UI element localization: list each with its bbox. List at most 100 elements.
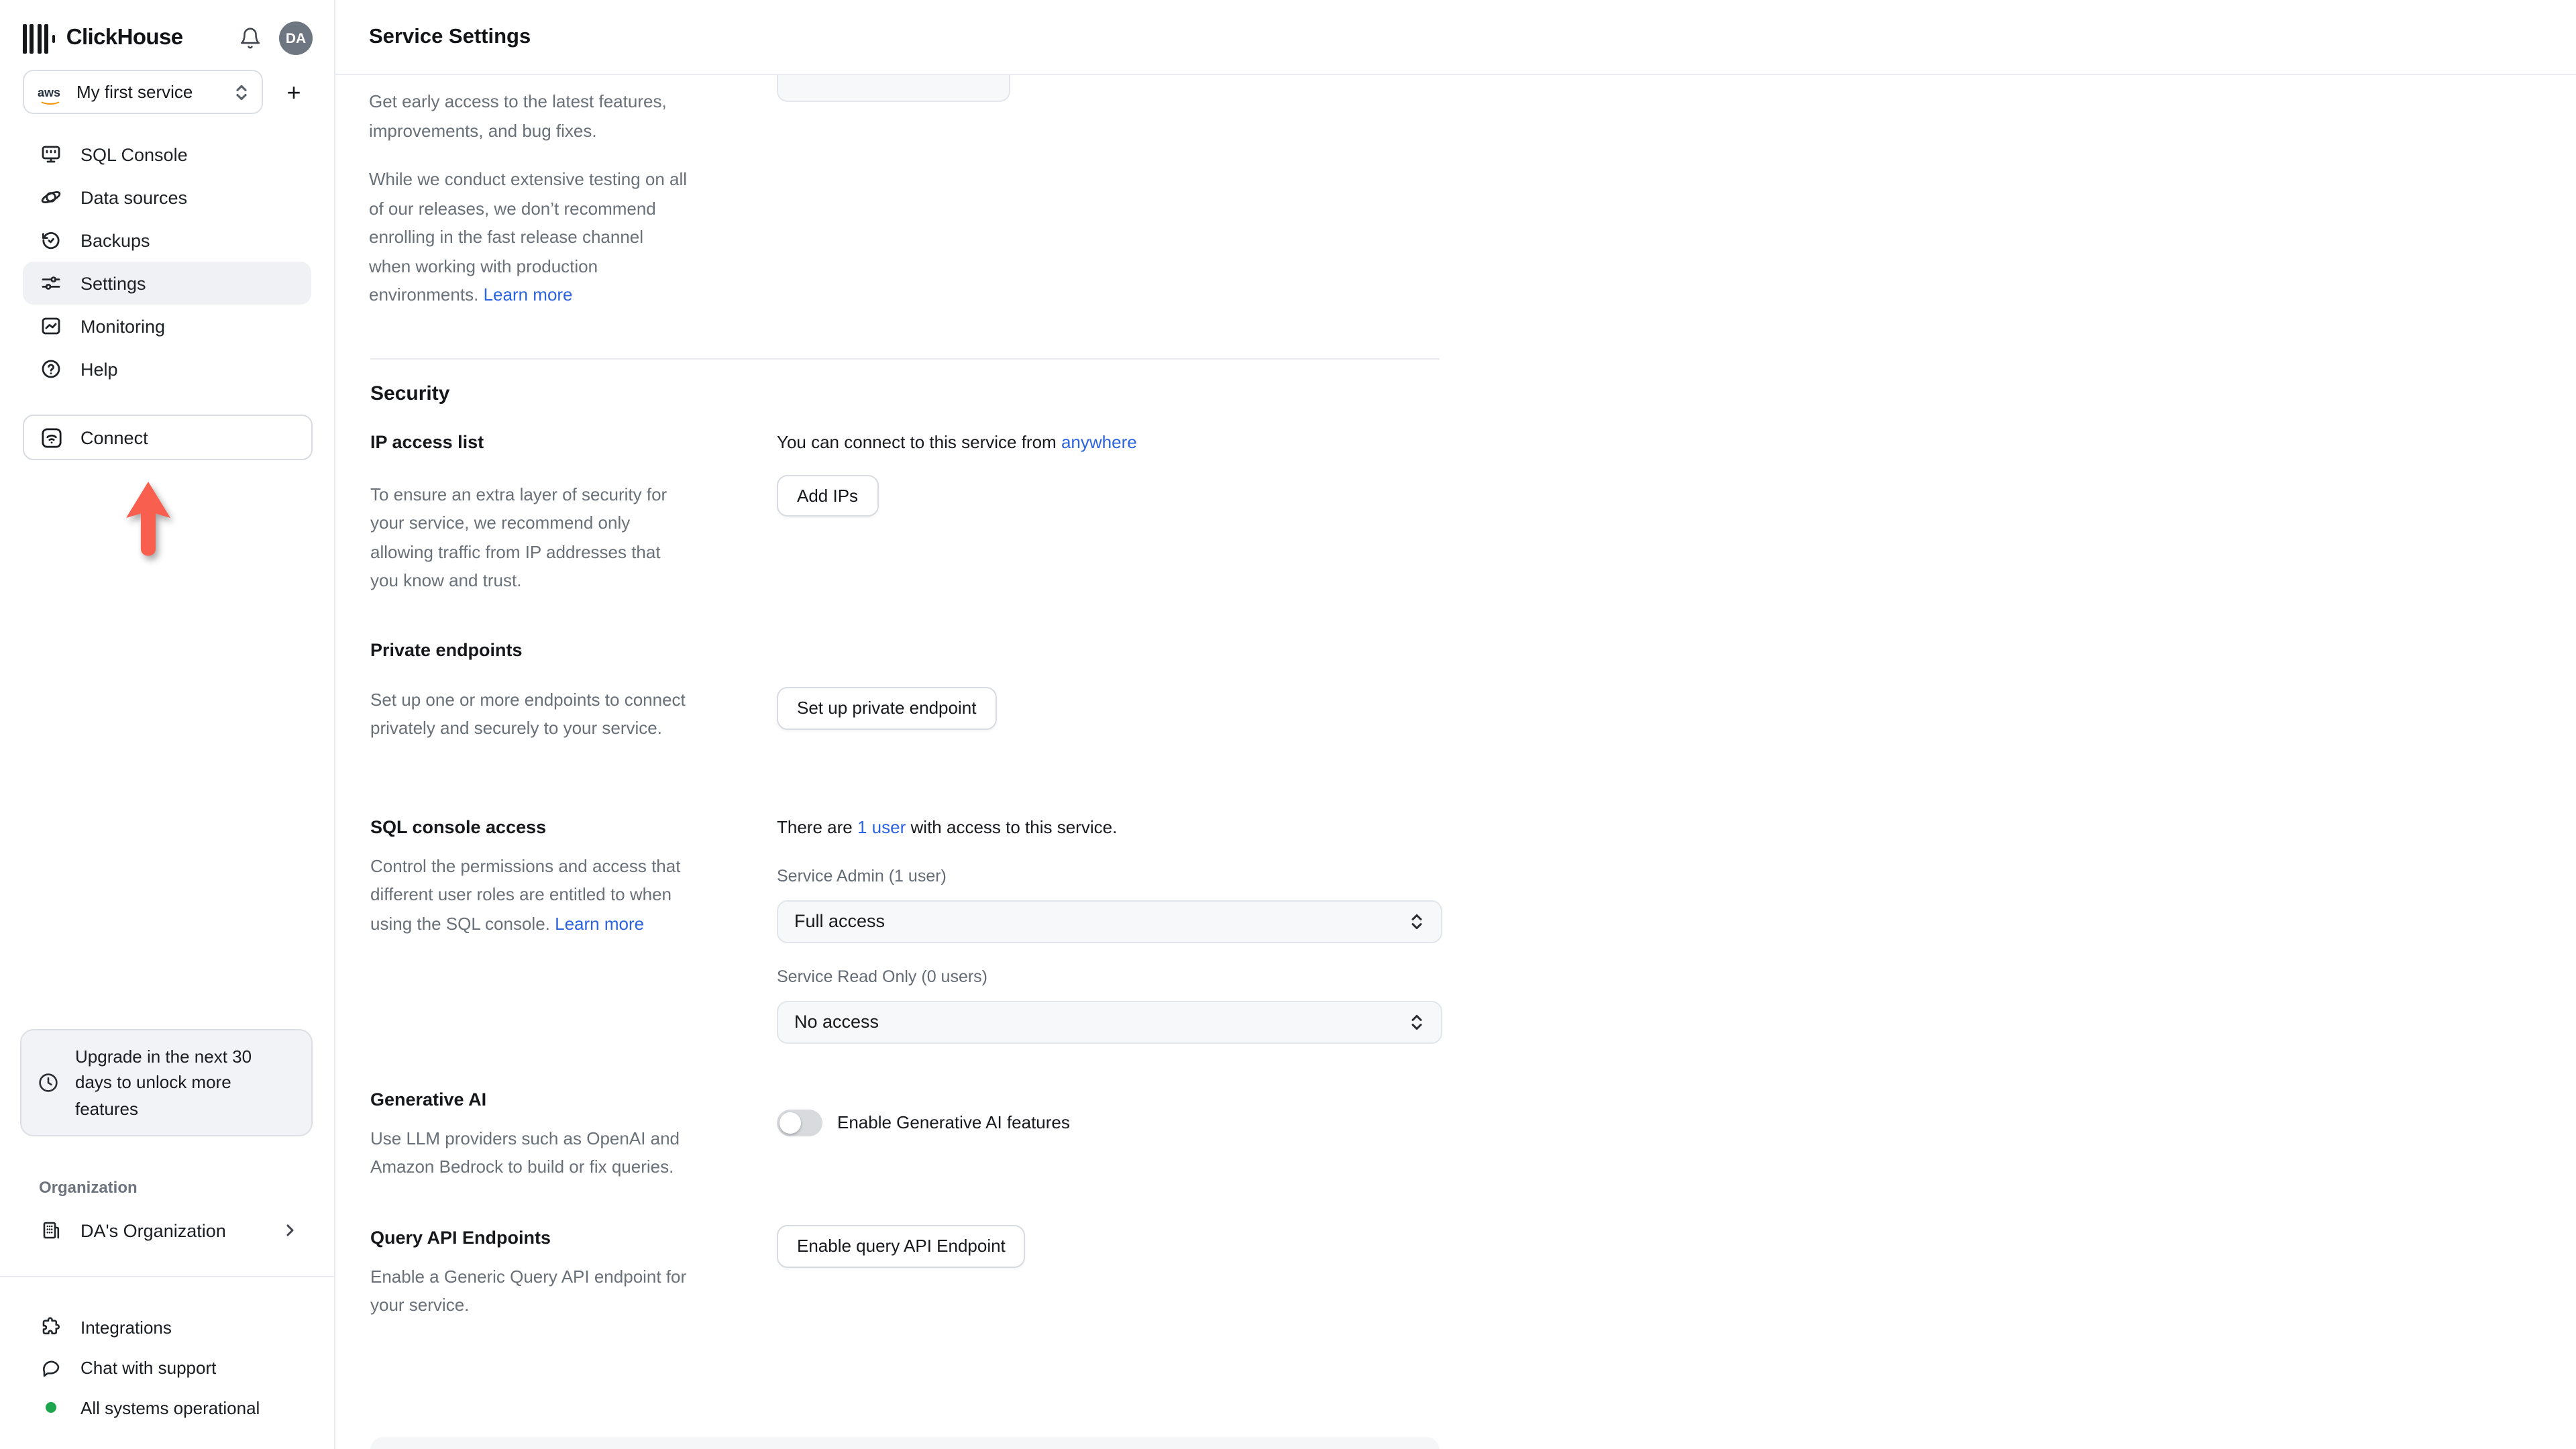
service-readonly-select[interactable]: No access bbox=[777, 1000, 1442, 1043]
service-readonly-label: Service Read Only (0 users) bbox=[777, 967, 988, 985]
sidebar-bottom: Upgrade in the next 30 days to unlock mo… bbox=[0, 1028, 334, 1449]
sidebar-item-label: SQL Console bbox=[80, 144, 188, 164]
sql-console-access-row: SQL console access Control the permissio… bbox=[370, 816, 2576, 1043]
organization-name: DA's Organization bbox=[80, 1220, 226, 1240]
sidebar: ClickHouse DA aws My first service + SQL… bbox=[0, 0, 335, 1449]
sidebar-divider bbox=[0, 1276, 334, 1277]
ip-access-title: IP access list bbox=[370, 431, 484, 451]
brand-row: ClickHouse DA bbox=[0, 0, 334, 56]
generative-ai-title: Generative AI bbox=[370, 1089, 487, 1109]
upgrade-text: Upgrade in the next 30 days to unlock mo… bbox=[75, 1046, 252, 1118]
organization-section-label: Organization bbox=[39, 1178, 138, 1197]
query-api-title: Query API Endpoints bbox=[370, 1227, 551, 1247]
sql-access-description: Control the permissions and access that … bbox=[370, 855, 681, 933]
sidebar-item-integrations[interactable]: Integrations bbox=[23, 1307, 311, 1347]
clock-icon bbox=[38, 1072, 59, 1093]
sidebar-item-label: Help bbox=[80, 359, 118, 379]
status-label: All systems operational bbox=[80, 1397, 260, 1417]
sql-access-title: SQL console access bbox=[370, 816, 547, 837]
settings-content: Get early access to the latest features,… bbox=[335, 75, 2576, 1449]
sidebar-item-label: Backups bbox=[80, 230, 150, 250]
sidebar-item-chat-support[interactable]: Chat with support bbox=[23, 1347, 311, 1387]
release-channel-select-partial[interactable] bbox=[777, 75, 1010, 102]
backups-history-icon bbox=[40, 229, 62, 251]
private-endpoints-row: Private endpoints Set up one or more end… bbox=[370, 639, 2576, 743]
sidebar-item-help[interactable]: Help bbox=[23, 347, 311, 390]
chevron-right-icon bbox=[282, 1222, 298, 1238]
chevron-up-down-icon bbox=[233, 83, 250, 101]
clickhouse-logo-icon bbox=[23, 23, 56, 53]
generative-ai-description: Use LLM providers such as OpenAI and Ama… bbox=[370, 1128, 680, 1177]
building-icon bbox=[40, 1220, 62, 1241]
next-section-card-partial bbox=[370, 1437, 1440, 1449]
release-paragraph-2: While we conduct extensive testing on al… bbox=[369, 169, 688, 305]
red-arrow-annotation bbox=[126, 482, 170, 556]
generative-ai-toggle[interactable] bbox=[777, 1109, 822, 1136]
service-row: aws My first service + bbox=[23, 70, 311, 114]
query-api-row: Query API Endpoints Enable a Generic Que… bbox=[370, 1224, 2576, 1320]
generative-ai-toggle-label: Enable Generative AI features bbox=[837, 1112, 1070, 1132]
generative-ai-row: Generative AI Use LLM providers such as … bbox=[370, 1089, 2576, 1181]
query-api-description: Enable a Generic Query API endpoint for … bbox=[370, 1266, 687, 1315]
chevron-up-down-icon bbox=[1409, 1012, 1425, 1031]
connect-label: Connect bbox=[80, 427, 148, 447]
sidebar-item-label: Monitoring bbox=[80, 316, 166, 336]
main-area: Service Settings Get early access to the… bbox=[335, 0, 2576, 1449]
footer-item-label: Integrations bbox=[80, 1317, 172, 1337]
status-dot-icon bbox=[40, 1397, 62, 1418]
one-user-link[interactable]: 1 user bbox=[857, 816, 906, 837]
sidebar-item-backups[interactable]: Backups bbox=[23, 219, 311, 262]
page-header: Service Settings bbox=[335, 0, 2576, 75]
sidebar-item-label: Data sources bbox=[80, 187, 188, 207]
sql-access-learn-more-link[interactable]: Learn more bbox=[555, 913, 644, 933]
service-readonly-value: No access bbox=[794, 1012, 879, 1032]
section-divider bbox=[370, 358, 1440, 359]
sidebar-item-settings[interactable]: Settings bbox=[23, 262, 311, 305]
sidebar-nav: SQL Console Data sources Backups Setting… bbox=[23, 133, 311, 390]
sidebar-item-monitoring[interactable]: Monitoring bbox=[23, 305, 311, 347]
service-admin-label: Service Admin (1 user) bbox=[777, 866, 947, 885]
ip-access-sentence: You can connect to this service from any… bbox=[777, 431, 1137, 451]
service-admin-select[interactable]: Full access bbox=[777, 900, 1442, 943]
ip-access-row: IP access list To ensure an extra layer … bbox=[370, 431, 2576, 595]
monitoring-chart-icon bbox=[40, 315, 62, 337]
service-selector[interactable]: aws My first service bbox=[23, 70, 263, 114]
sql-console-icon bbox=[40, 144, 62, 165]
notifications-bell-icon[interactable] bbox=[239, 27, 262, 50]
sidebar-item-data-sources[interactable]: Data sources bbox=[23, 176, 311, 219]
sidebar-item-label: Settings bbox=[80, 273, 146, 293]
aws-logo-icon: aws bbox=[38, 85, 67, 104]
sql-access-summary: There are 1 user with access to this ser… bbox=[777, 816, 1118, 837]
avatar[interactable]: DA bbox=[279, 21, 313, 55]
puzzle-icon bbox=[40, 1316, 62, 1338]
ip-access-description: To ensure an extra layer of security for… bbox=[370, 484, 667, 590]
data-sources-icon bbox=[40, 186, 62, 208]
release-learn-more-link[interactable]: Learn more bbox=[484, 284, 573, 305]
private-endpoints-description: Set up one or more endpoints to connect … bbox=[370, 689, 686, 738]
service-admin-value: Full access bbox=[794, 911, 885, 931]
footer-item-label: Chat with support bbox=[80, 1357, 217, 1377]
add-service-button[interactable]: + bbox=[276, 74, 311, 109]
connect-button[interactable]: Connect bbox=[23, 415, 313, 460]
service-name: My first service bbox=[76, 82, 193, 102]
security-heading: Security bbox=[370, 382, 450, 405]
setup-private-endpoint-button[interactable]: Set up private endpoint bbox=[777, 686, 997, 729]
sidebar-item-sql-console[interactable]: SQL Console bbox=[23, 133, 311, 176]
anywhere-link[interactable]: anywhere bbox=[1061, 431, 1137, 451]
generative-ai-toggle-row: Enable Generative AI features bbox=[777, 1109, 1442, 1136]
help-question-icon bbox=[40, 358, 62, 380]
private-endpoints-title: Private endpoints bbox=[370, 639, 523, 659]
organization-switcher[interactable]: DA's Organization bbox=[23, 1209, 311, 1252]
connect-wifi-icon bbox=[40, 426, 63, 449]
page-title: Service Settings bbox=[369, 25, 531, 48]
settings-sliders-icon bbox=[40, 272, 62, 294]
system-status[interactable]: All systems operational bbox=[23, 1387, 311, 1428]
chevron-up-down-icon bbox=[1409, 912, 1425, 930]
upgrade-banner[interactable]: Upgrade in the next 30 days to unlock mo… bbox=[20, 1028, 313, 1136]
release-paragraph-1: Get early access to the latest features,… bbox=[369, 91, 667, 140]
add-ips-button[interactable]: Add IPs bbox=[777, 474, 879, 516]
enable-query-api-button[interactable]: Enable query API Endpoint bbox=[777, 1224, 1026, 1267]
app-window: ClickHouse DA aws My first service + SQL… bbox=[0, 0, 2576, 1449]
brand-name: ClickHouse bbox=[66, 25, 183, 50]
chat-bubble-icon bbox=[40, 1356, 62, 1378]
